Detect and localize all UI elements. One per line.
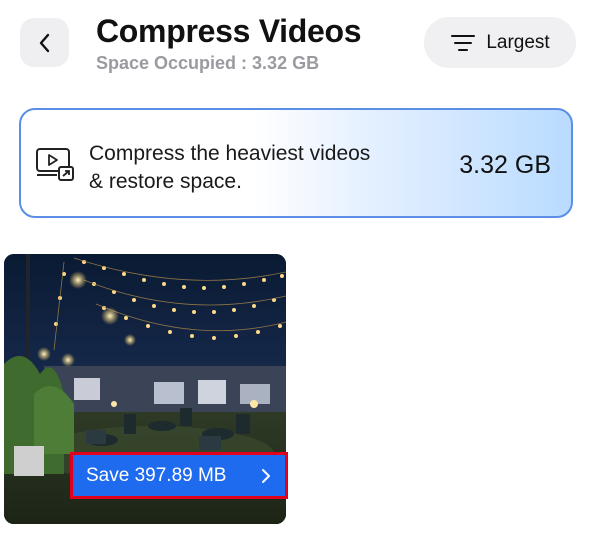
back-button[interactable] (20, 18, 69, 67)
save-space-button[interactable]: Save 397.89 MB (70, 452, 288, 499)
page-subtitle: Space Occupied : 3.32 GB (96, 53, 320, 73)
banner-size: 3.32 GB (459, 151, 551, 179)
save-space-label: Save 397.89 MB (86, 464, 227, 486)
chevron-right-icon (261, 468, 271, 484)
sort-label: Largest (486, 31, 550, 53)
banner-message: Compress the heaviest videos & restore s… (89, 142, 371, 193)
page-title: Compress Videos (96, 13, 362, 49)
sort-lines-icon (450, 33, 476, 53)
chevron-left-icon (37, 32, 53, 54)
title-block: Compress Videos Space Occupied : 3.32 GB (96, 12, 362, 74)
video-compress-icon (35, 147, 77, 183)
sort-button[interactable]: Largest (424, 17, 576, 68)
compress-banner[interactable]: Compress the heaviest videos & restore s… (19, 108, 573, 218)
